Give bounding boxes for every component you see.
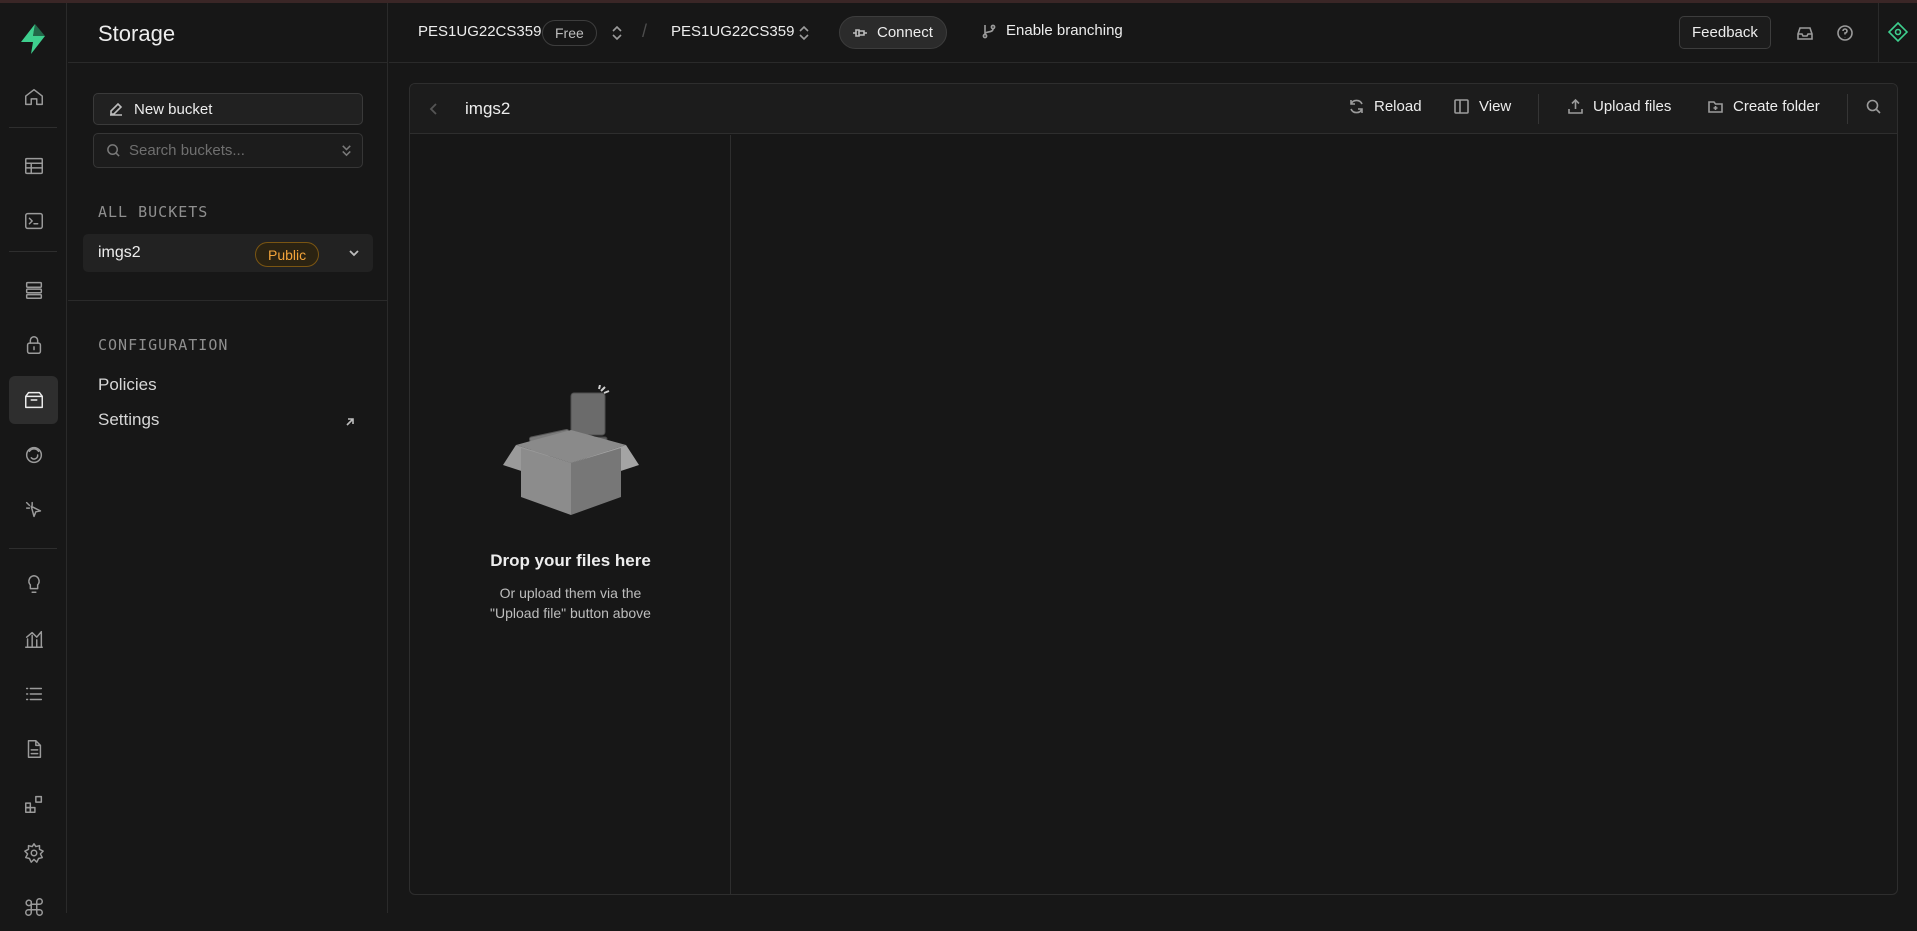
project-selector[interactable]: PES1UG22CS359 (671, 23, 794, 40)
nav-sql-editor[interactable] (9, 197, 58, 245)
folder-plus-icon (1708, 101, 1723, 113)
advisors-bulb-icon (27, 575, 40, 593)
nav-storage[interactable] (9, 376, 58, 424)
divider (68, 62, 388, 63)
api-docs-icon (27, 740, 41, 758)
realtime-icon (25, 446, 42, 464)
divider (1847, 94, 1848, 124)
columns-view-icon (1454, 99, 1469, 114)
primary-nav-rail (0, 3, 67, 916)
chevron-updown-icon[interactable] (797, 25, 811, 41)
rail-divider (9, 251, 57, 252)
sql-editor-icon (24, 212, 43, 230)
bucket-search[interactable] (93, 133, 363, 168)
assistant-diamond-icon[interactable] (1887, 21, 1909, 43)
nav-reports[interactable] (9, 615, 58, 663)
nav-project-settings[interactable] (9, 829, 58, 877)
divider (68, 300, 388, 301)
upload-files-button[interactable]: Upload files (1567, 98, 1671, 115)
chevron-down-icon[interactable] (347, 246, 361, 260)
supabase-logo-icon[interactable] (17, 22, 49, 56)
empty-state-subtitle: Or upload them via the "Upload file" but… (490, 585, 651, 621)
org-selector[interactable]: PES1UG22CS359 (418, 23, 541, 40)
nav-table-editor[interactable] (9, 142, 58, 190)
empty-state-title: Drop your files here (490, 551, 651, 570)
search-icon (107, 144, 120, 157)
chevrons-icon[interactable] (339, 143, 354, 158)
edit-icon (110, 102, 123, 116)
reports-icon (24, 630, 43, 648)
create-folder-button[interactable]: Create folder (1707, 98, 1820, 115)
reload-button[interactable]: Reload (1348, 98, 1422, 115)
git-branch-icon (982, 24, 996, 38)
nav-authentication[interactable] (9, 321, 58, 369)
settings-link[interactable]: Settings (98, 410, 159, 430)
upload-icon (1568, 98, 1583, 114)
search-files-button[interactable] (1865, 98, 1882, 115)
integrations-icon (24, 795, 42, 813)
search-icon (1866, 99, 1881, 114)
chevron-updown-icon[interactable] (610, 25, 624, 41)
view-button[interactable]: View (1453, 98, 1511, 115)
nav-realtime[interactable] (9, 431, 58, 479)
inbox-icon[interactable] (1796, 24, 1814, 42)
public-badge: Public (255, 242, 320, 267)
nav-edge-functions[interactable] (9, 486, 58, 534)
divider (1538, 94, 1539, 124)
nav-home[interactable] (9, 73, 58, 121)
policies-link[interactable]: Policies (98, 375, 157, 395)
empty-state: Drop your files here Or upload them via … (410, 384, 731, 623)
all-buckets-heading: ALL BUCKETS (98, 203, 209, 221)
page-title: Storage (98, 21, 176, 46)
external-link-icon (346, 418, 354, 426)
connect-button[interactable]: Connect (839, 16, 947, 49)
view-label: View (1479, 98, 1512, 115)
breadcrumb-separator: / (642, 21, 648, 41)
database-icon (25, 281, 42, 299)
settings-gear-icon (23, 843, 44, 863)
chevron-left-icon[interactable] (428, 102, 440, 116)
auth-lock-icon (26, 336, 41, 354)
top-bar: PES1UG22CS359 Free / PES1UG22CS359 Conne… (389, 3, 1917, 63)
nav-database[interactable] (9, 266, 58, 314)
reload-label: Reload (1374, 98, 1422, 115)
edge-functions-icon (25, 501, 41, 518)
nav-logs[interactable] (9, 670, 58, 718)
bucket-name: imgs2 (98, 244, 141, 261)
storage-sidebar: Storage New bucket ALL BUCKETS imgs2 Pub… (68, 3, 388, 913)
current-bucket-breadcrumb: imgs2 (465, 99, 511, 118)
configuration-heading: CONFIGURATION (98, 336, 229, 354)
search-input[interactable] (129, 142, 329, 159)
nav-api-docs[interactable] (9, 725, 58, 773)
home-icon (24, 88, 43, 106)
divider (1878, 3, 1879, 63)
upload-label: Upload files (1593, 98, 1672, 115)
file-explorer: imgs2 Reload View Upload files Create fo… (409, 83, 1898, 895)
storage-icon (24, 391, 43, 409)
logs-icon (25, 687, 42, 701)
bucket-item[interactable]: imgs2 Public (83, 234, 373, 272)
command-icon (24, 898, 43, 916)
nav-integrations[interactable] (9, 780, 58, 828)
explorer-column[interactable]: Drop your files here Or upload them via … (410, 135, 731, 894)
rail-divider (9, 127, 57, 128)
branching-label: Enable branching (1006, 22, 1123, 39)
table-editor-icon (24, 157, 43, 175)
enable-branching-button[interactable]: Enable branching (981, 22, 1123, 39)
plug-icon (853, 28, 867, 37)
explorer-header: imgs2 Reload View Upload files Create fo… (410, 84, 1897, 134)
nav-command-menu[interactable] (9, 883, 58, 931)
feedback-button[interactable]: Feedback (1679, 16, 1771, 49)
nav-advisors[interactable] (9, 560, 58, 608)
create-folder-label: Create folder (1733, 98, 1820, 115)
new-bucket-button[interactable]: New bucket (93, 93, 363, 125)
rail-divider (9, 548, 57, 549)
new-bucket-label: New bucket (134, 100, 213, 118)
plan-badge: Free (542, 20, 597, 46)
connect-label: Connect (877, 24, 933, 41)
refresh-icon (1350, 99, 1363, 114)
help-icon[interactable] (1836, 24, 1854, 42)
open-box-illustration-icon (502, 384, 639, 515)
